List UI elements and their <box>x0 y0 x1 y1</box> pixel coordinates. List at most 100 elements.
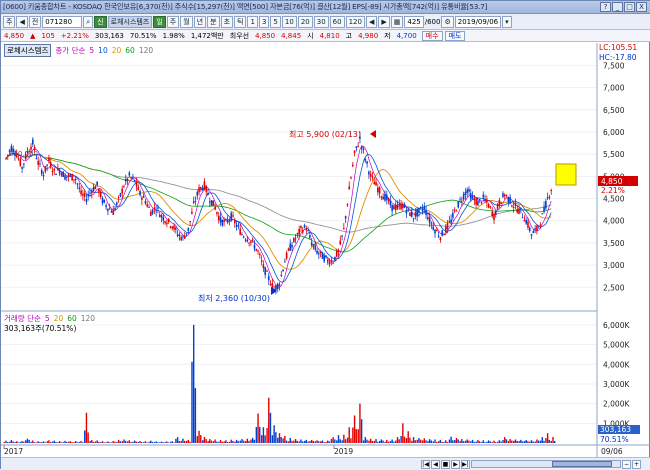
interval-30[interactable]: 30 <box>313 15 329 28</box>
timeframe-month[interactable]: 월 <box>180 15 193 28</box>
candle-body <box>366 161 368 164</box>
interval-20[interactable]: 20 <box>297 15 313 28</box>
calendar-icon[interactable]: ▾ <box>502 15 512 28</box>
chart-canvas[interactable]: 7,5007,0006,5006,0005,5005,0004,5004,000… <box>1 43 650 459</box>
candle-body <box>60 173 63 176</box>
candle-body <box>189 221 191 223</box>
candle-body <box>410 212 413 217</box>
volume-bar <box>505 439 508 443</box>
volume-bar <box>293 440 295 443</box>
close-button[interactable]: X <box>636 2 647 12</box>
volume-bar <box>214 439 216 443</box>
candle-body <box>285 252 288 259</box>
candle-body <box>377 187 379 193</box>
candle-body <box>192 201 195 203</box>
zoom-in-icon[interactable]: + <box>632 459 641 469</box>
count-input[interactable]: 425 <box>404 15 424 28</box>
candle-body <box>360 145 363 149</box>
interval-10[interactable]: 10 <box>281 15 297 28</box>
period-select[interactable]: 주 <box>3 15 16 28</box>
scroll-left-icon[interactable]: ◀ <box>365 15 378 28</box>
date-tick-label: 2019 <box>334 447 353 456</box>
volume-tick-label: 2,000K <box>603 400 630 409</box>
volume-bar <box>470 441 472 443</box>
volume-bar <box>87 432 89 443</box>
timeframe-tick[interactable]: 틱 <box>234 15 247 28</box>
timeframe-minute[interactable]: 분 <box>207 15 220 28</box>
scroll-right-icon[interactable]: ▶ <box>378 15 390 28</box>
volume-bar <box>391 439 393 443</box>
volume-bar <box>400 435 402 443</box>
candle-body <box>64 175 66 180</box>
candle-body <box>53 168 56 171</box>
last-icon[interactable]: ▶| <box>461 459 470 469</box>
title-bar[interactable]: [0600] 키움종합차트 - KOSDAQ 한국인보유[6,370(천)] 주… <box>1 1 650 14</box>
settings-icon[interactable]: ⚙ <box>441 15 454 28</box>
stock-code-input[interactable]: 071280 <box>42 15 83 28</box>
help-button[interactable]: ? <box>600 2 611 12</box>
volume-bar <box>69 441 72 443</box>
first-icon[interactable]: |◀ <box>421 459 430 469</box>
prev-icon[interactable]: ◀ <box>431 459 440 469</box>
volume-bar <box>398 439 400 443</box>
zoom-out-icon[interactable]: − <box>622 459 631 469</box>
volume-bar <box>221 441 223 443</box>
legend-stock-name[interactable]: 로체시스템즈 <box>4 44 52 57</box>
volume-bar <box>33 442 36 443</box>
legend-ma60: 60 <box>125 46 135 55</box>
interval-120[interactable]: 120 <box>345 15 365 28</box>
change-value: 105 <box>41 31 55 40</box>
sell-button[interactable]: 매도 <box>444 30 466 41</box>
volume-bar <box>105 442 107 443</box>
buy-button[interactable]: 매수 <box>421 30 443 41</box>
volume-bar <box>5 440 7 443</box>
timeframe-day[interactable]: 일 <box>153 15 166 28</box>
scrollbar[interactable]: |◀ ◀ ■ ▶ ▶| − + <box>1 457 650 470</box>
grid-icon[interactable]: ▦ <box>390 15 404 28</box>
last-volume-label: 303,163 <box>600 425 631 434</box>
candle-body <box>511 205 513 207</box>
interval-60[interactable]: 60 <box>329 15 345 28</box>
candle-body <box>403 204 406 208</box>
volume-bar <box>17 442 20 443</box>
volume-bar <box>116 442 118 443</box>
volume-bar <box>21 441 23 443</box>
volume-bar <box>107 441 109 443</box>
stop-icon[interactable]: ■ <box>441 459 450 469</box>
price-tick-label: 4,000 <box>603 217 625 226</box>
interval-3[interactable]: 3 <box>258 15 270 28</box>
volume-bar <box>513 440 515 443</box>
volume-bar <box>443 441 445 443</box>
new-badge[interactable]: 신 <box>94 15 107 28</box>
marker-box[interactable] <box>555 163 577 186</box>
volume-bar <box>132 441 134 443</box>
timeframe-week[interactable]: 주 <box>166 15 180 28</box>
scroll-track[interactable] <box>471 460 621 468</box>
arrow-left-icon[interactable]: ◀ <box>16 15 28 28</box>
timeframe-year[interactable]: 년 <box>193 15 207 28</box>
minimize-button[interactable]: _ <box>612 2 623 12</box>
candle-body <box>196 191 199 196</box>
scroll-thumb[interactable] <box>552 461 612 467</box>
candle-body <box>357 145 359 147</box>
candle-body <box>250 241 252 243</box>
interval-5[interactable]: 5 <box>270 15 281 28</box>
market-select[interactable]: 전 <box>28 15 42 28</box>
chart-area[interactable]: 7,5007,0006,5006,0005,5005,0004,5004,000… <box>1 43 650 459</box>
next-icon[interactable]: ▶ <box>451 459 460 469</box>
volume-bar <box>160 441 163 443</box>
interval-1[interactable]: 1 <box>247 15 258 28</box>
date-input[interactable]: 2019/09/06 <box>454 15 502 28</box>
maximize-button[interactable]: □ <box>624 2 635 12</box>
candle-body <box>534 228 536 230</box>
volume-bar <box>216 441 218 443</box>
search-icon[interactable]: ⌕ <box>83 15 94 28</box>
volume-bar <box>108 442 111 443</box>
volume-bar <box>375 439 377 443</box>
change-arrow-icon: ▲ <box>30 31 36 40</box>
candle-body <box>348 186 351 190</box>
candle-body <box>17 158 20 160</box>
high-label: 고 <box>345 31 353 40</box>
timeframe-second[interactable]: 초 <box>220 15 234 28</box>
candle-body <box>212 200 215 207</box>
